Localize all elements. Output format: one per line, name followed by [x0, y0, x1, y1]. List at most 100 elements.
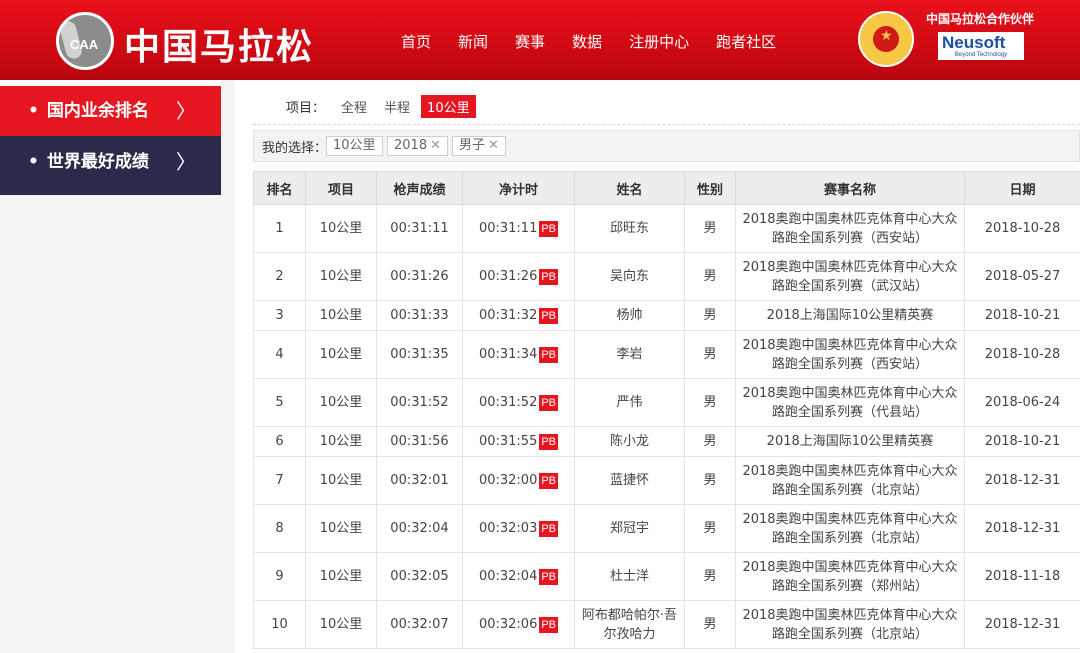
- cell-name-text[interactable]: 陈小龙: [610, 434, 649, 449]
- cell-date-text: 2018-12-31: [984, 521, 1061, 536]
- filter-10k[interactable]: 10公里: [421, 95, 476, 118]
- cell-date-text: 2018-10-28: [984, 347, 1061, 362]
- col-header-item[interactable]: 项目: [305, 171, 377, 205]
- cell-rank: 5: [253, 378, 306, 427]
- nav-home[interactable]: 首页: [401, 31, 431, 52]
- cell-item: 10公里: [305, 426, 377, 457]
- cell-event: 2018奥跑中国奥林匹克体育中心大众路跑全国系列赛（西安站）: [735, 330, 965, 379]
- cell-date: 2018-10-28: [964, 204, 1080, 253]
- table-row: 7 10公里 00:32:01 00:32:00 PB 蓝捷怀 男 2018奥跑中国奥林匹克体…: [253, 456, 1080, 505]
- chip-label: 10公里: [333, 138, 376, 153]
- table-row: 4 10公里 00:31:35 00:31:34 PB 李岩 男 2018奥跑中国奥林匹克体育…: [253, 330, 1080, 379]
- col-header-name[interactable]: 姓名: [574, 171, 685, 205]
- cell-net-time: 00:32:00 PB: [462, 456, 575, 505]
- cell-event: 2018奥跑中国奥林匹克体育中心大众路跑全国系列赛（北京站）: [735, 504, 965, 553]
- cell-name-text[interactable]: 严伟: [616, 395, 642, 410]
- partner-tagline: Beyond Technology: [954, 52, 1008, 58]
- table-header-row: 排名 项目 枪声成绩 净计时 姓名 性别 赛事名称 日期: [253, 171, 1080, 205]
- table-row: 3 10公里 00:31:33 00:31:32 PB 杨帅 男 2018上海国际10公里精英…: [253, 300, 1080, 331]
- cell-sex-text: 男: [703, 347, 717, 362]
- pb-badge: PB: [539, 308, 559, 324]
- col-header-gun-time[interactable]: 枪声成绩: [376, 171, 463, 205]
- cell-net-time-text: 00:31:34: [478, 347, 538, 362]
- cell-item-text: 10公里: [319, 521, 363, 536]
- nav-news[interactable]: 新闻: [458, 31, 488, 52]
- close-icon[interactable]: ✕: [430, 138, 441, 153]
- cell-date: 2018-10-21: [964, 300, 1080, 331]
- filter-full-marathon[interactable]: 全程: [335, 95, 373, 118]
- cell-gun-time: 00:31:33: [376, 300, 463, 331]
- cell-name-text[interactable]: 邱旺东: [610, 221, 649, 236]
- close-icon[interactable]: ✕: [488, 138, 499, 153]
- cell-name-text[interactable]: 阿布都哈帕尔·吾尔孜哈力: [582, 608, 677, 642]
- cell-sex: 男: [684, 204, 736, 253]
- chip-label: 男子: [459, 138, 486, 153]
- caa-logo[interactable]: CAA: [56, 12, 114, 70]
- cell-sex-text: 男: [703, 617, 717, 632]
- pb-badge: PB: [539, 521, 559, 537]
- cell-event-text: 2018奥跑中国奥林匹克体育中心大众路跑全国系列赛（北京站）: [742, 463, 958, 498]
- cell-net-time-text: 00:31:32: [478, 308, 538, 323]
- athletics-association-seal: ★: [858, 11, 914, 67]
- cell-name-text[interactable]: 蓝捷怀: [610, 473, 649, 488]
- cell-rank: 4: [253, 330, 306, 379]
- cell-name-text[interactable]: 郑冠宇: [610, 521, 649, 536]
- cell-name-text[interactable]: 杜士洋: [610, 569, 649, 584]
- cell-date: 2018-12-31: [964, 504, 1080, 553]
- pb-badge: PB: [539, 395, 559, 411]
- selection-chip-male[interactable]: 男子 ✕: [452, 136, 506, 156]
- cell-event: 2018奥跑中国奥林匹克体育中心大众路跑全国系列赛（武汉站）: [735, 252, 965, 301]
- cell-sex: 男: [684, 252, 736, 301]
- cell-name-text[interactable]: 李岩: [616, 347, 642, 362]
- cell-date-text: 2018-06-24: [984, 395, 1061, 410]
- table-row: 1 10公里 00:31:11 00:31:11 PB 邱旺东男 2018奥跑中国奥林匹克体…: [253, 204, 1080, 253]
- cell-sex: 男: [684, 300, 736, 331]
- col-header-event[interactable]: 赛事名称: [735, 171, 965, 205]
- sidebar-item-world-best[interactable]: • 世界最好成绩 〉: [0, 136, 221, 195]
- cell-sex-text: 男: [703, 395, 717, 410]
- cell-rank-text: 6: [275, 434, 284, 449]
- cell-item: 10公里: [305, 504, 377, 553]
- cell-sex: 男: [684, 456, 736, 505]
- nav-events[interactable]: 赛事: [515, 31, 545, 52]
- selection-chip-2018[interactable]: 2018 ✕: [387, 136, 448, 156]
- cell-net-time-text: 00:31:26: [478, 269, 538, 284]
- cell-date: 2018-12-31: [964, 456, 1080, 505]
- cell-gun-time: 00:32:05: [376, 552, 463, 601]
- neusoft-logo[interactable]: Neusoft Beyond Technology: [938, 32, 1024, 60]
- cell-rank: 1: [253, 204, 306, 253]
- pb-badge: PB: [539, 473, 559, 489]
- cell-gun-time: 00:31:26: [376, 252, 463, 301]
- col-header-net-time[interactable]: 净计时: [462, 171, 575, 205]
- cell-gun-time-text: 00:32:04: [390, 521, 449, 536]
- nav-community[interactable]: 跑者社区: [716, 31, 776, 52]
- cell-sex: 男: [684, 378, 736, 427]
- cell-name-text[interactable]: 吴向东: [610, 269, 649, 284]
- cell-item-text: 10公里: [319, 434, 363, 449]
- col-header-date[interactable]: 日期: [964, 171, 1080, 205]
- sidebar-item-domestic-ranking[interactable]: • 国内业余排名 〉: [0, 86, 221, 136]
- bullet-icon: •: [28, 152, 39, 172]
- partner-name: Neusoft: [942, 33, 1006, 52]
- col-header-rank[interactable]: 排名: [253, 171, 306, 205]
- cell-gun-time: 00:32:01: [376, 456, 463, 505]
- cell-name-text[interactable]: 杨帅: [616, 308, 642, 323]
- cell-sex-text: 男: [703, 308, 717, 323]
- site-brand[interactable]: 中国马拉松: [124, 18, 314, 70]
- col-header-sex[interactable]: 性别: [684, 171, 736, 205]
- nav-data[interactable]: 数据: [572, 31, 602, 52]
- nav-registration[interactable]: 注册中心: [629, 31, 689, 52]
- pb-badge: PB: [539, 269, 559, 285]
- cell-event-text: 2018上海国际10公里精英赛: [766, 308, 934, 323]
- cell-net-time-text: 00:31:11: [478, 221, 538, 236]
- divider: [253, 124, 1080, 125]
- cell-net-time: 00:31:11 PB: [462, 204, 575, 253]
- selection-chip-10k[interactable]: 10公里: [326, 136, 383, 156]
- cell-gun-time-text: 00:32:01: [390, 473, 449, 488]
- partner-label: 中国马拉松合作伙伴: [926, 12, 1035, 26]
- cell-event: 2018奥跑中国奥林匹克体育中心大众路跑全国系列赛（北京站）: [735, 600, 965, 649]
- cell-rank-text: 9: [275, 569, 284, 584]
- filter-half-marathon[interactable]: 半程: [378, 95, 416, 118]
- cell-rank-text: 2: [275, 269, 284, 284]
- cell-rank-text: 1: [275, 221, 284, 236]
